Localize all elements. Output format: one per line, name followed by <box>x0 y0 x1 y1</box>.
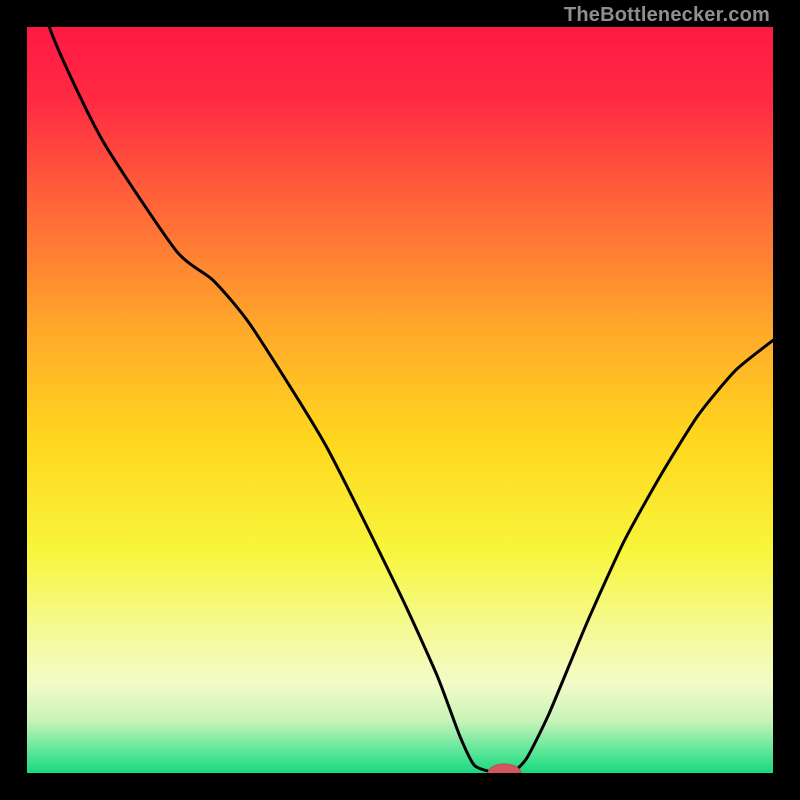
chart-frame: TheBottlenecker.com <box>0 0 800 800</box>
attribution-text: TheBottlenecker.com <box>564 4 770 27</box>
bottleneck-chart <box>27 27 773 773</box>
plot-area <box>27 27 773 773</box>
gradient-background <box>27 27 773 773</box>
